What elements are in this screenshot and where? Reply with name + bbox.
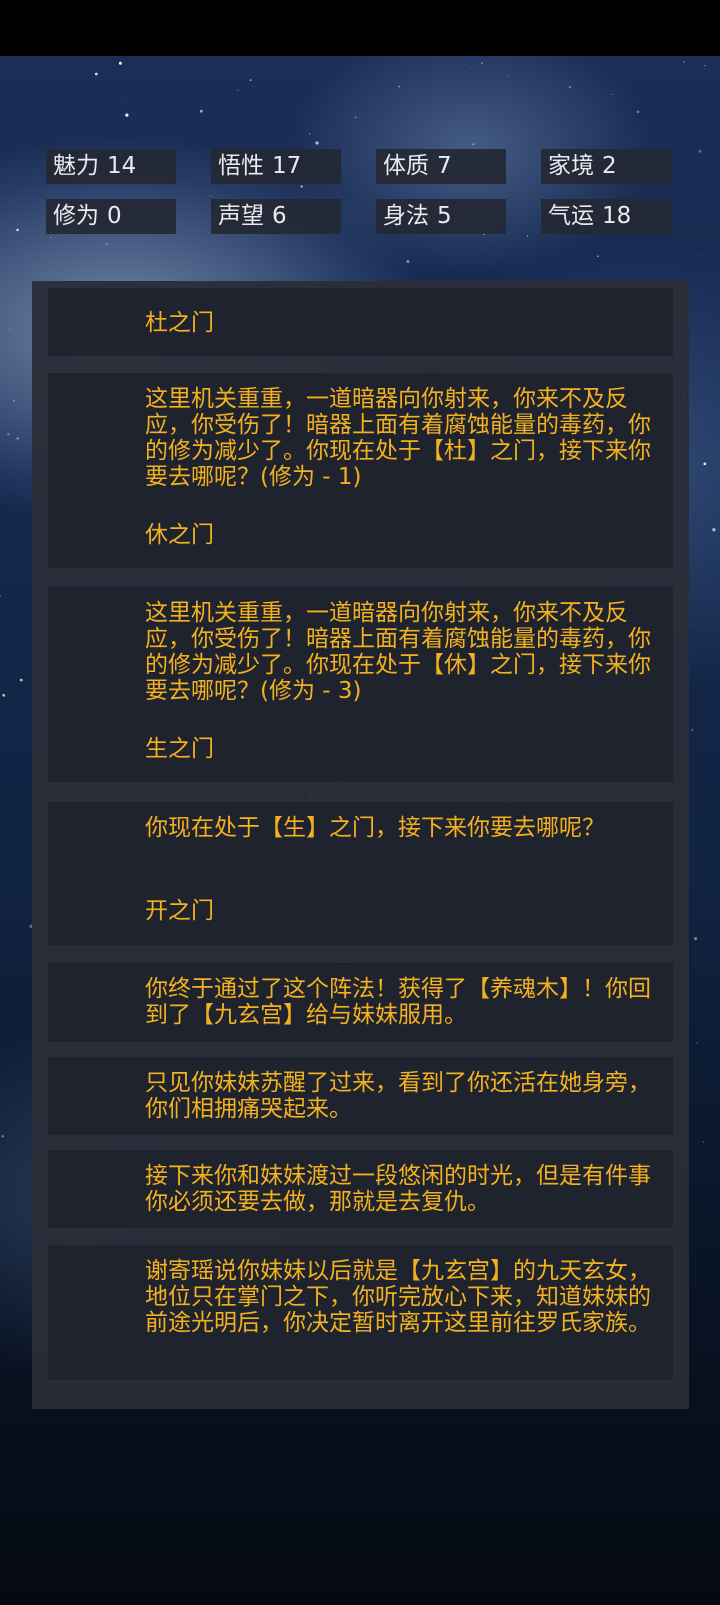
star [12,399,16,402]
log-text: 只见你妹妹苏醒了过来，看到了你还活在她身旁，你们相拥痛哭起来。 [145,1070,651,1122]
log-choice: 生之门 [145,736,214,762]
star [0,594,2,597]
star [698,149,702,153]
log-text: 你终于通过了这个阵法！获得了【养魂木】！你回到了【九玄宫】给与妹妹服用。 [145,976,651,1028]
star [398,85,401,88]
star [481,62,483,64]
star [9,329,11,331]
stat-value: 2 [602,153,617,179]
stat-cultivation: 修为 0 [46,199,176,234]
star [16,437,19,440]
stat-value: 6 [272,203,287,229]
star [470,68,472,69]
star [701,254,703,257]
star [309,133,311,135]
stat-agility: 身法 5 [376,199,506,234]
log-choice: 开之门 [145,898,214,924]
star [199,109,203,113]
stat-value: 0 [107,203,122,229]
star [16,228,19,232]
star [120,100,122,102]
stat-charm: 魅力 14 [46,149,176,184]
star [690,625,692,627]
stat-value: 18 [602,203,632,229]
log-entry: 这里机关重重，一道暗器向你射来，你来不及反应，你受伤了！暗器上面有着腐蚀能量的毒… [48,587,673,782]
stat-reputation: 声望 6 [211,199,341,234]
star [702,1141,705,1143]
log-entry: 你现在处于【生】之门，接下来你要去哪呢？ 开之门 [48,802,673,945]
stat-constitution: 体质 7 [376,149,506,184]
stat-value: 7 [437,153,452,179]
stat-luck: 气运 18 [541,199,671,234]
star [354,116,357,118]
star [696,1042,698,1044]
log-text: 这里机关重重，一道暗器向你射来，你来不及反应，你受伤了！暗器上面有着腐蚀能量的毒… [145,600,651,704]
stat-label: 体质 [383,153,429,179]
star [106,243,108,245]
star [1,1135,4,1138]
log-text: 谢寄瑶说你妹妹以后就是【九玄宫】的九天玄女，地位只在掌门之下，你听完放心下来，知… [145,1258,651,1336]
stat-label: 声望 [218,203,264,229]
event-log-panel[interactable]: 杜之门 这里机关重重，一道暗器向你射来，你来不及反应，你受伤了！暗器上面有着腐蚀… [32,281,689,1409]
star [237,89,239,91]
star [300,185,303,188]
log-text: 你现在处于【生】之门，接下来你要去哪呢？ [145,815,605,841]
star [472,143,475,146]
star [406,260,410,263]
star [7,432,10,436]
stat-label: 修为 [53,203,99,229]
log-entry: 这里机关重重，一道暗器向你射来，你来不及反应，你受伤了！暗器上面有着腐蚀能量的毒… [48,373,673,568]
stat-value: 14 [107,153,137,179]
status-bar [0,0,720,56]
star [527,235,529,237]
star [596,255,599,258]
star [50,237,52,239]
star [703,462,707,466]
star [506,75,508,77]
stat-label: 气运 [548,203,594,229]
log-text: 接下来你和妹妹渡过一段悠闲的时光，但是有件事你必须还要去做，那就是去复仇。 [145,1163,651,1215]
stat-label: 悟性 [218,153,264,179]
star [568,85,572,89]
stat-label: 魅力 [53,153,99,179]
stat-comprehension: 悟性 17 [211,149,341,184]
log-entry: 只见你妹妹苏醒了过来，看到了你还活在她身旁，你们相拥痛哭起来。 [48,1057,673,1135]
stat-label: 身法 [383,203,429,229]
log-text: 这里机关重重，一道暗器向你射来，你来不及反应，你受伤了！暗器上面有着腐蚀能量的毒… [145,386,651,490]
log-choice: 休之门 [145,522,214,548]
log-entry: 谢寄瑶说你妹妹以后就是【九玄宫】的九天玄女，地位只在掌门之下，你听完放心下来，知… [48,1245,673,1380]
star [118,61,122,65]
star [249,79,252,81]
star [704,65,706,67]
star [683,61,685,63]
star [210,195,212,197]
stat-value: 5 [437,203,452,229]
stat-value: 17 [272,153,302,179]
star [712,528,716,532]
log-choice: 杜之门 [145,310,214,336]
log-entry: 杜之门 [48,288,673,356]
star [94,72,98,76]
star [315,141,319,145]
star [2,693,6,697]
log-entry: 接下来你和妹妹渡过一段悠闲的时光，但是有件事你必须还要去做，那就是去复仇。 [48,1150,673,1228]
star [691,729,694,731]
star [125,113,129,117]
stat-label: 家境 [548,153,594,179]
star [19,678,23,682]
log-entry: 你终于通过了这个阵法！获得了【养魂木】！你回到了【九玄宫】给与妹妹服用。 [48,963,673,1042]
star [693,936,698,941]
star [611,93,613,95]
star [636,110,640,114]
stat-family: 家境 2 [541,149,671,184]
